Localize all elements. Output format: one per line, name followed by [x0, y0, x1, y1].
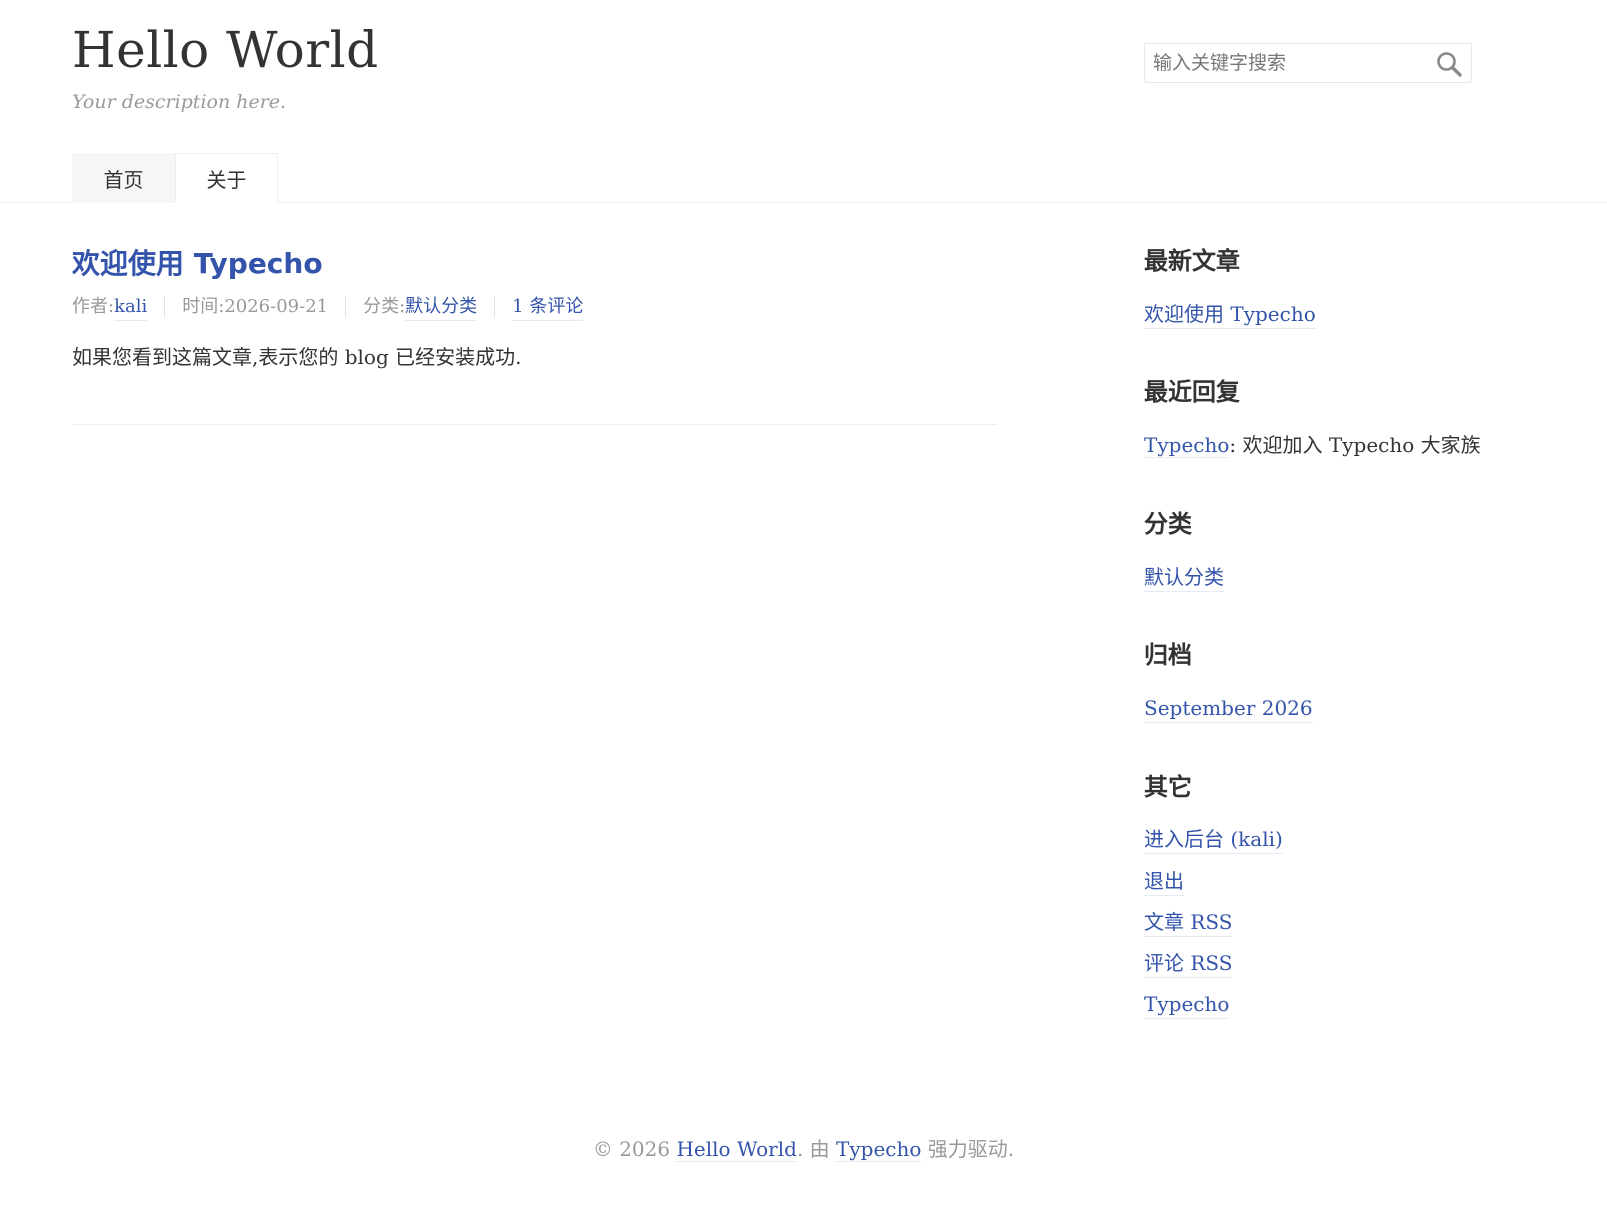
category-widget-link[interactable]: 默认分类 [1144, 563, 1224, 592]
footer-suffix: 强力驱动. [921, 1137, 1015, 1161]
post-meta-comments: 1 条评论 [494, 294, 600, 321]
post-date: 2026-09-21 [224, 296, 329, 317]
site-description: Your description here. [72, 91, 287, 113]
post-meta-category: 分类: 默认分类 [345, 294, 494, 321]
recent-comment-author-link[interactable]: Typecho [1144, 433, 1230, 458]
site-title-link[interactable]: Hello World [72, 18, 379, 82]
post-divider [72, 424, 997, 425]
recent-comment-text: 欢迎加入 Typecho 大家族 [1242, 433, 1481, 457]
footer-copyright: © 2026 [592, 1137, 677, 1161]
widget-title-other: 其它 [1144, 773, 1192, 801]
logout-link[interactable]: 退出 [1144, 867, 1184, 896]
search-form [1144, 43, 1472, 83]
typecho-link[interactable]: Typecho [1144, 990, 1230, 1019]
site-footer: © 2026 Hello World. 由 Typecho 强力驱动. [0, 1135, 1607, 1163]
widget-title-archives: 归档 [1144, 641, 1192, 669]
main-nav: 首页 关于 [72, 153, 278, 203]
comments-link[interactable]: 1 条评论 [512, 294, 584, 321]
recent-post-link[interactable]: 欢迎使用 Typecho [1144, 300, 1316, 329]
search-button[interactable] [1435, 50, 1463, 78]
widget-title-recent-posts: 最新文章 [1144, 247, 1240, 275]
footer-typecho-link[interactable]: Typecho [836, 1137, 922, 1162]
admin-link[interactable]: 进入后台 (kali) [1144, 825, 1283, 854]
category-label: 分类: [363, 296, 406, 317]
recent-comment-item: Typecho: 欢迎加入 Typecho 大家族 [1144, 431, 1481, 459]
nav-item-about[interactable]: 关于 [175, 153, 278, 203]
category-link[interactable]: 默认分类 [405, 294, 478, 321]
footer-site-link[interactable]: Hello World [676, 1137, 797, 1162]
post-excerpt: 如果您看到这篇文章,表示您的 blog 已经安装成功. [72, 345, 522, 369]
nav-item-home[interactable]: 首页 [72, 153, 175, 203]
post-meta-time: 时间: 2026-09-21 [164, 296, 345, 318]
posts-rss-link[interactable]: 文章 RSS [1144, 908, 1233, 937]
widget-title-categories: 分类 [1144, 510, 1192, 538]
site-header: Hello World Your description here. 首页 关于 [0, 0, 1607, 203]
post-title-link[interactable]: 欢迎使用 Typecho [72, 244, 323, 284]
author-link[interactable]: kali [114, 294, 148, 321]
post-meta-author: 作者: kali [72, 294, 164, 321]
search-icon [1437, 52, 1462, 77]
time-label: 时间: [182, 296, 225, 317]
search-input[interactable] [1145, 44, 1425, 82]
widget-title-recent-comments: 最近回复 [1144, 378, 1240, 406]
comments-rss-link[interactable]: 评论 RSS [1144, 949, 1233, 978]
recent-comment-separator: : [1229, 433, 1243, 457]
author-label: 作者: [72, 296, 115, 317]
post-meta: 作者: kali 时间: 2026-09-21 分类: 默认分类 1 条评论 [72, 294, 600, 321]
archive-link[interactable]: September 2026 [1144, 694, 1313, 723]
footer-middle-text: . 由 [796, 1137, 837, 1161]
